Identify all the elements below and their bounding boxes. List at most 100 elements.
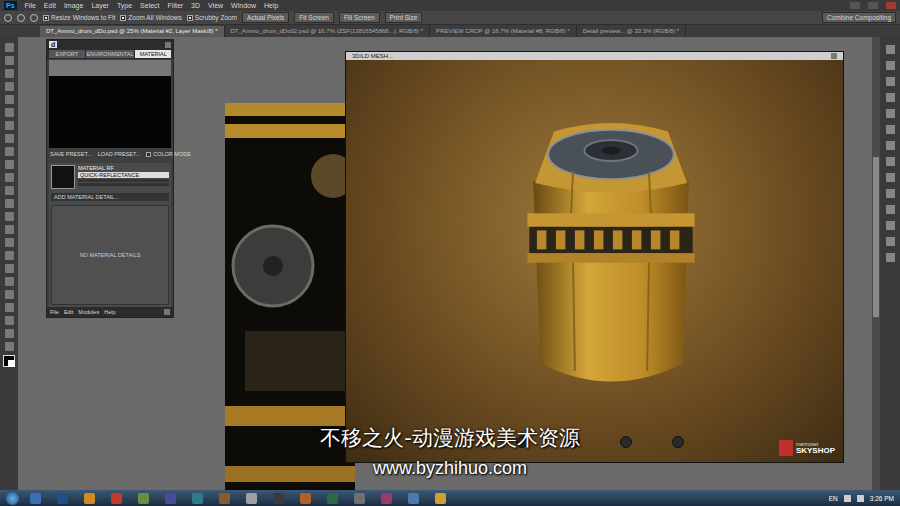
taskbar-app-icon[interactable] xyxy=(435,493,446,504)
workspace-selector[interactable]: Combine Compositing xyxy=(822,12,896,23)
volume-icon[interactable] xyxy=(857,495,864,502)
tool-icon[interactable] xyxy=(5,277,14,286)
tool-icon[interactable] xyxy=(5,95,14,104)
tool-icon[interactable] xyxy=(5,342,14,351)
taskbar-app-icon[interactable] xyxy=(84,493,95,504)
tool-icon[interactable] xyxy=(5,43,14,52)
option-button[interactable]: Fill Screen xyxy=(339,12,380,23)
tool-icon[interactable] xyxy=(5,56,14,65)
checkbox-box[interactable] xyxy=(43,15,49,21)
option-button[interactable]: Fit Screen xyxy=(294,12,334,23)
add-material-detail-button[interactable]: ADD MATERIAL DETAIL... xyxy=(51,193,169,201)
tool-icon[interactable] xyxy=(5,290,14,299)
skyshop-menu-item[interactable]: Edit xyxy=(64,309,73,315)
panel-icon[interactable] xyxy=(886,125,895,134)
taskbar-app-icon[interactable] xyxy=(165,493,176,504)
color-swatch-icon[interactable] xyxy=(3,355,15,367)
option-button[interactable]: Print Size xyxy=(385,12,423,23)
skyshop-menu-item[interactable]: Help xyxy=(104,309,115,315)
material-preset-dropdown[interactable]: QUICK-REFLECTANCE xyxy=(78,172,169,178)
clock[interactable]: 3:26 PM xyxy=(870,495,894,502)
maximize-icon[interactable] xyxy=(868,2,878,9)
close-icon[interactable] xyxy=(831,53,837,59)
tool-icon[interactable] xyxy=(5,82,14,91)
menu-item[interactable]: Window xyxy=(231,1,256,11)
menu-item[interactable]: Help xyxy=(264,1,278,11)
panel-icon[interactable] xyxy=(886,45,895,54)
checkbox-box[interactable] xyxy=(187,15,193,21)
taskbar-app-icon[interactable] xyxy=(219,493,230,504)
tool-icon[interactable] xyxy=(5,238,14,247)
panel-icon[interactable] xyxy=(886,109,895,118)
start-button-icon[interactable] xyxy=(6,492,19,505)
tool-icon[interactable] xyxy=(5,303,14,312)
close-icon[interactable] xyxy=(886,2,896,9)
taskbar-app-icon[interactable] xyxy=(273,493,284,504)
taskbar-app-icon[interactable] xyxy=(408,493,419,504)
tool-icon[interactable] xyxy=(5,147,14,156)
panel-icon[interactable] xyxy=(886,237,895,246)
tool-icon[interactable] xyxy=(5,264,14,273)
skyshop-tab[interactable]: EXPORT xyxy=(49,50,85,58)
window-title-bar[interactable]: 3D/LD MESH... xyxy=(346,52,843,60)
tool-icon[interactable] xyxy=(5,108,14,117)
tool-icon[interactable] xyxy=(5,329,14,338)
taskbar-app-icon[interactable] xyxy=(192,493,203,504)
document-tab[interactable]: DT_Ammo_drum_dDo02.psd @ 16.7% (ZSF(1381… xyxy=(225,26,431,37)
tool-icon[interactable] xyxy=(5,251,14,260)
language-indicator[interactable]: EN xyxy=(829,495,838,502)
document-tab[interactable]: PREVIEW CROP @ 16.7% (Material #8, RGB/8… xyxy=(430,26,577,37)
tool-icon[interactable] xyxy=(5,225,14,234)
panel-option-icon[interactable] xyxy=(164,309,170,315)
taskbar-app-icon[interactable] xyxy=(30,493,41,504)
preset-button[interactable]: SAVE PRESET... xyxy=(50,151,92,157)
panel-icon[interactable] xyxy=(886,77,895,86)
menu-item[interactable]: Filter xyxy=(168,1,184,11)
panel-icon[interactable] xyxy=(886,141,895,150)
menu-item[interactable]: Image xyxy=(64,1,83,11)
view-control-icon[interactable] xyxy=(568,436,580,448)
tool-icon[interactable] xyxy=(5,199,14,208)
checkbox-box[interactable] xyxy=(120,15,126,21)
panel-icon[interactable] xyxy=(886,61,895,70)
option-button[interactable]: Actual Pixels xyxy=(242,12,289,23)
tool-icon[interactable] xyxy=(5,212,14,221)
tool-icon[interactable] xyxy=(5,316,14,325)
zoom-tool-icon[interactable] xyxy=(4,14,12,22)
panel-icon[interactable] xyxy=(886,93,895,102)
material-thumbnail-icon[interactable] xyxy=(51,165,75,189)
checkbox-box[interactable] xyxy=(146,152,151,157)
3d-render[interactable]: marmoset SKYSHOP xyxy=(346,60,843,462)
color-mode-toggle[interactable]: COLOR MODE xyxy=(146,151,191,157)
scrollbar[interactable] xyxy=(872,37,880,490)
taskbar-app-icon[interactable] xyxy=(381,493,392,504)
menu-item[interactable]: Layer xyxy=(91,1,109,11)
panel-icon[interactable] xyxy=(886,221,895,230)
option-checkbox[interactable]: Scrubby Zoom xyxy=(187,14,237,21)
panel-icon[interactable] xyxy=(886,173,895,182)
menu-item[interactable]: Select xyxy=(140,1,159,11)
document-tab[interactable]: Detail preview... @ 33.3% (RGB/8) * xyxy=(577,26,686,37)
taskbar-app-icon[interactable] xyxy=(246,493,257,504)
panel-icon[interactable] xyxy=(886,205,895,214)
panel-icon[interactable] xyxy=(886,157,895,166)
tray-icon[interactable] xyxy=(844,495,851,502)
taskbar-app-icon[interactable] xyxy=(327,493,338,504)
skyshop-menu-item[interactable]: File xyxy=(50,309,59,315)
tool-icon[interactable] xyxy=(5,69,14,78)
taskbar-app-icon[interactable] xyxy=(111,493,122,504)
panel-icon[interactable] xyxy=(886,189,895,198)
skyshop-menu-item[interactable]: Modules xyxy=(78,309,99,315)
tool-icon[interactable] xyxy=(5,121,14,130)
minimize-icon[interactable] xyxy=(850,2,860,9)
zoom-in-icon[interactable] xyxy=(17,14,25,22)
preset-button[interactable]: LOAD PRESET... xyxy=(98,151,141,157)
tool-icon[interactable] xyxy=(5,134,14,143)
option-checkbox[interactable]: Resize Windows to Fit xyxy=(43,14,115,21)
taskbar-app-icon[interactable] xyxy=(354,493,365,504)
menu-item[interactable]: View xyxy=(208,1,223,11)
menu-item[interactable]: File xyxy=(25,1,36,11)
taskbar-app-icon[interactable] xyxy=(57,493,68,504)
tool-icon[interactable] xyxy=(5,173,14,182)
skyshop-tab[interactable]: ENVIRONMENTAL xyxy=(86,50,135,58)
